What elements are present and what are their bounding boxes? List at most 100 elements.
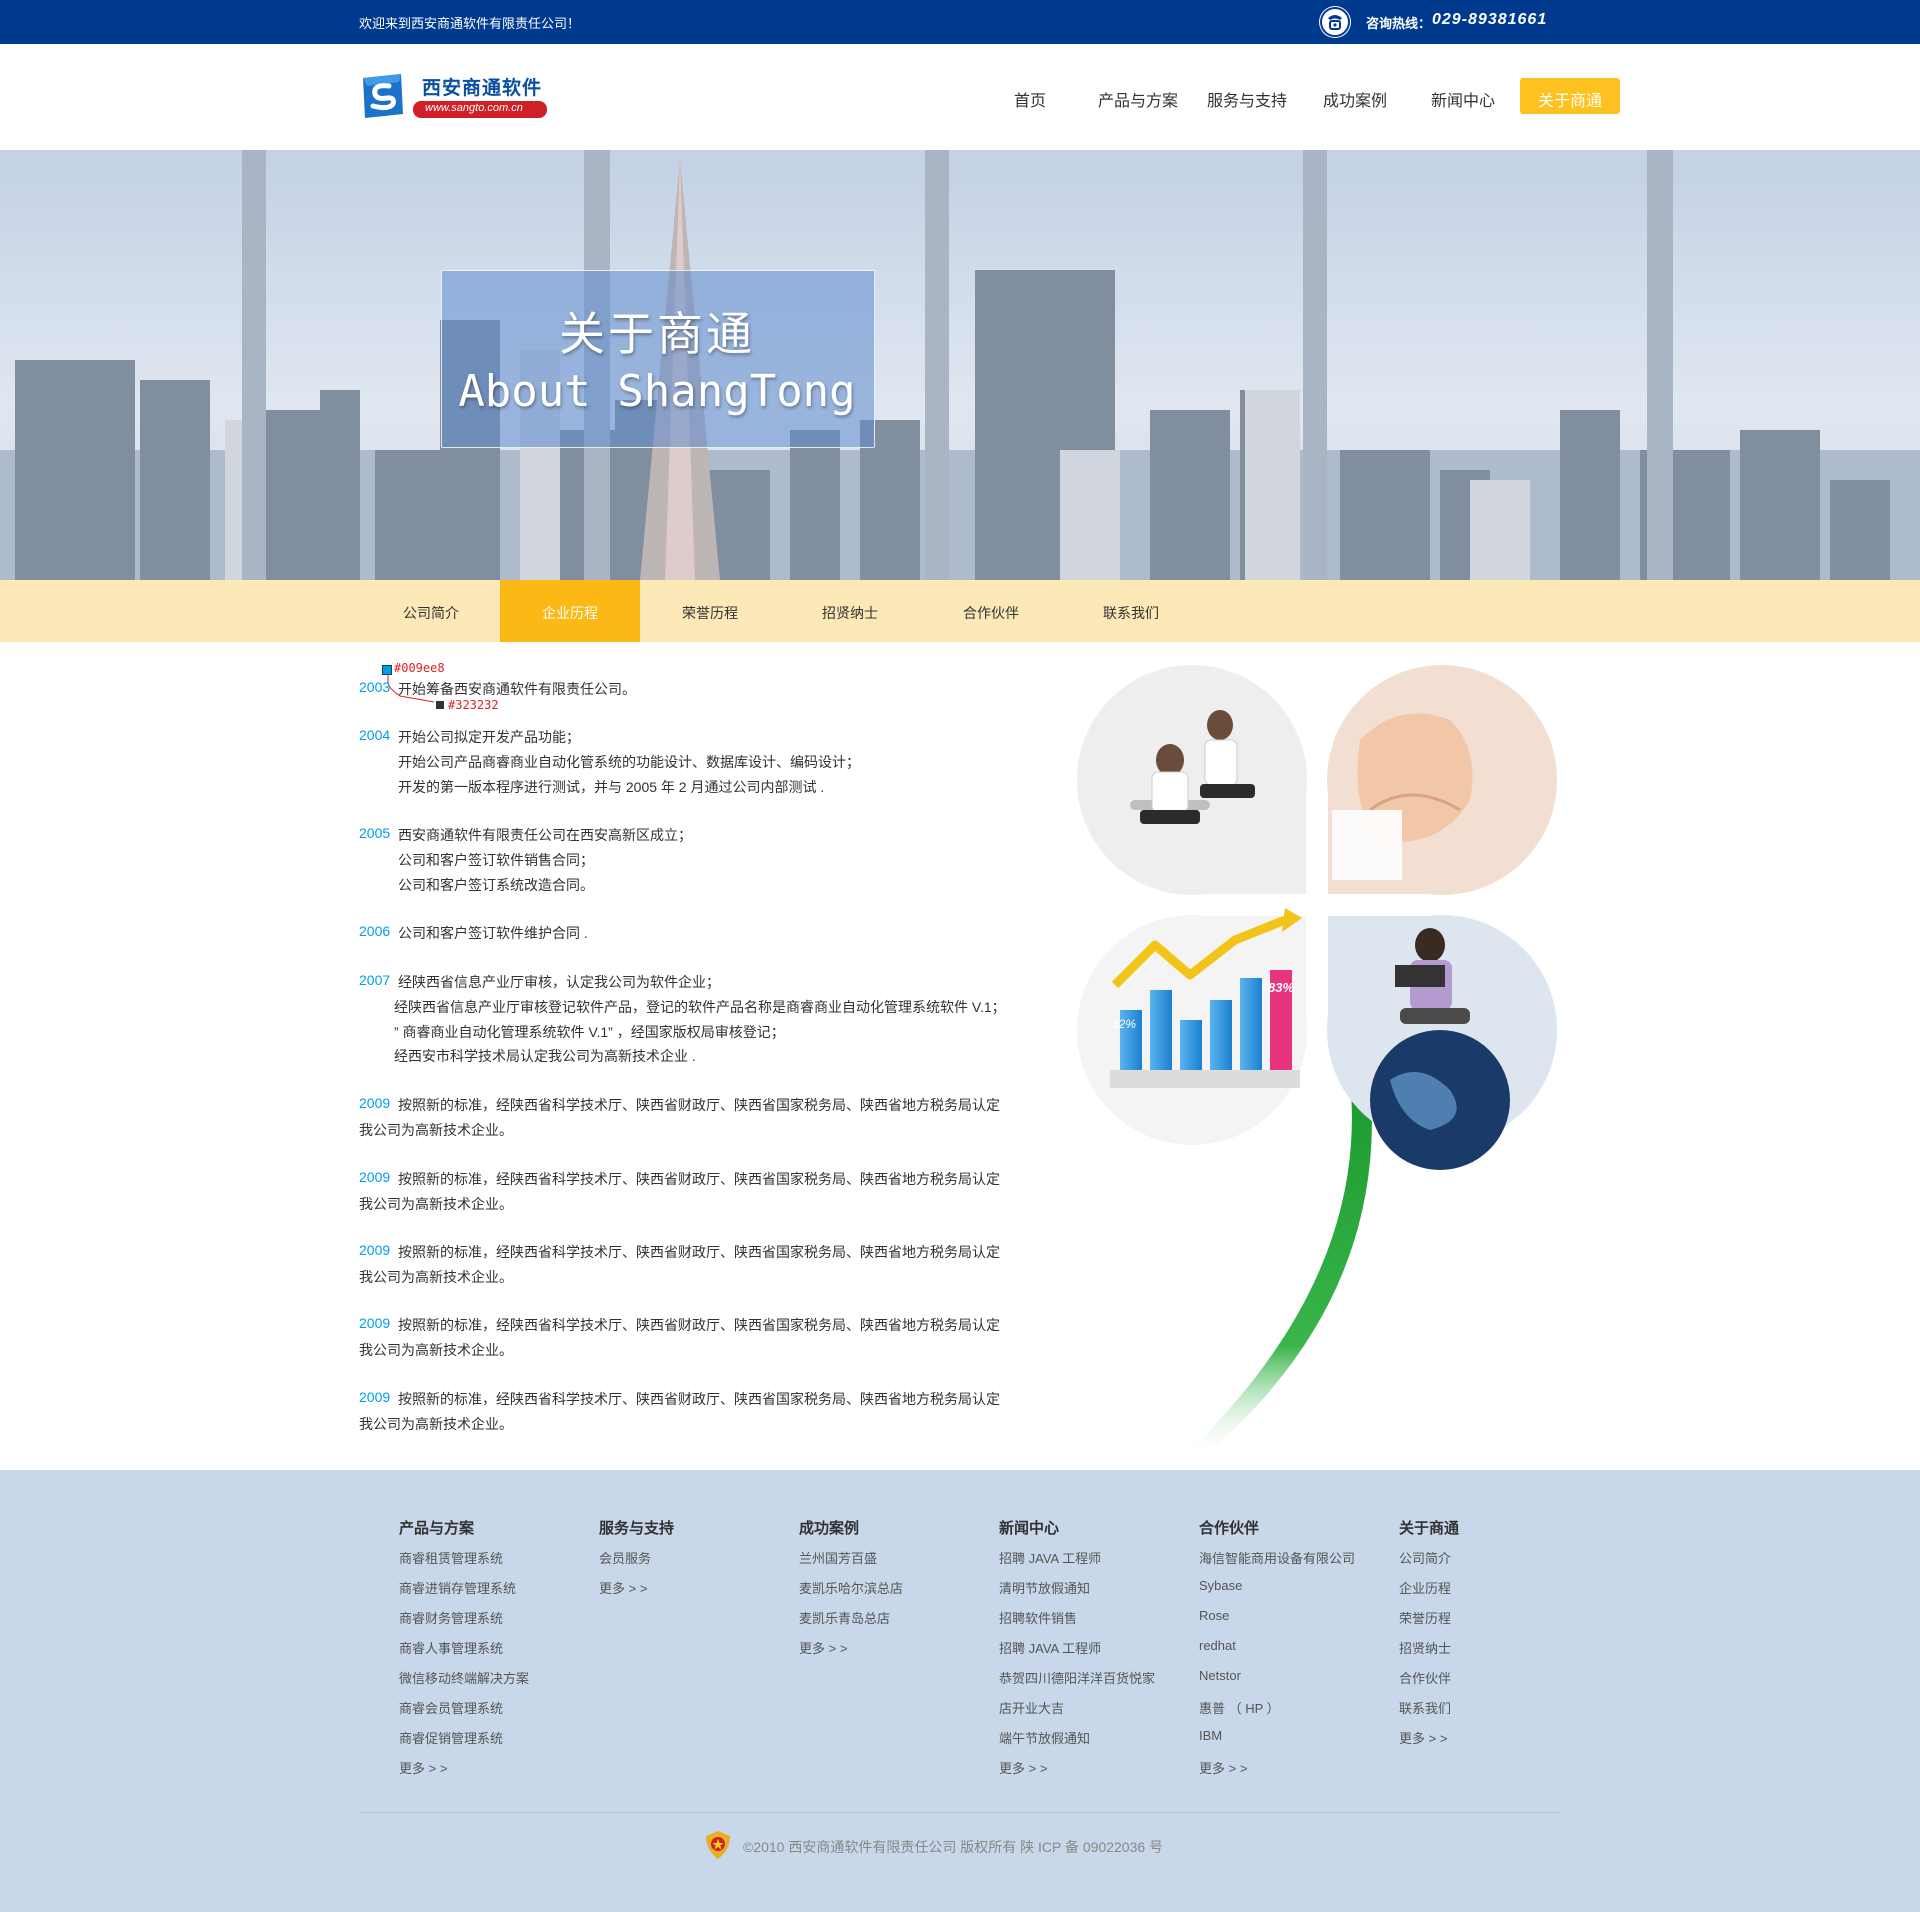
history-text: 我公司为高新技术企业。 bbox=[359, 1196, 513, 1212]
subnav-recruitment[interactable]: 招贤纳士 bbox=[780, 603, 920, 623]
text-color-swatch bbox=[436, 701, 444, 709]
history-text: 按照新的标准，经陕西省科学技术厅、陕西省财政厅、陕西省国家税务局、陕西省地方税务… bbox=[398, 1391, 1000, 1407]
footer-more-link[interactable]: 更多 > > bbox=[399, 1758, 447, 1777]
chart-label-low: 12% bbox=[1112, 1017, 1136, 1031]
footer-link[interactable]: 企业历程 bbox=[1399, 1578, 1451, 1597]
footer-col-title: 关于商通 bbox=[1399, 1520, 1460, 1537]
footer-link[interactable]: 店开业大吉 bbox=[999, 1698, 1064, 1717]
footer-col-title: 新闻中心 bbox=[999, 1520, 1060, 1537]
footer-link[interactable]: 端午节放假通知 bbox=[999, 1728, 1090, 1747]
history-text: 开始公司拟定开发产品功能； bbox=[398, 729, 580, 745]
footer-link[interactable]: Sybase bbox=[1199, 1578, 1242, 1593]
history-year: 2009 bbox=[359, 1169, 391, 1185]
welcome-text: 欢迎来到西安商通软件有限责任公司！ bbox=[359, 16, 581, 31]
subnav-contact[interactable]: 联系我们 bbox=[1061, 603, 1201, 623]
nav-home[interactable]: 首页 bbox=[1014, 87, 1046, 111]
logo-url: www.sangto.com.cn bbox=[425, 102, 523, 114]
subnav-company-intro[interactable]: 公司简介 bbox=[361, 603, 501, 623]
history-text: 开始公司产品商睿商业自动化管系统的功能设计、数据库设计、编码设计； bbox=[398, 754, 860, 770]
subnav-partners[interactable]: 合作伙伴 bbox=[921, 603, 1061, 623]
footer-link[interactable]: 麦凯乐哈尔滨总店 bbox=[799, 1578, 903, 1597]
footer-link[interactable]: IBM bbox=[1199, 1728, 1222, 1743]
footer-more-link[interactable]: 更多 > > bbox=[1199, 1758, 1247, 1777]
history-year: 2009 bbox=[359, 1242, 391, 1258]
history-year: 2006 bbox=[359, 923, 391, 939]
hero-title-chinese: 关于商通 bbox=[559, 308, 755, 360]
hero-banner bbox=[0, 150, 1920, 580]
history-year: 2009 bbox=[359, 1095, 391, 1111]
history-year: 2005 bbox=[359, 825, 391, 841]
header bbox=[0, 44, 1920, 150]
copyright-text: ©2010 西安商通软件有限责任公司 版权所有 陕 ICP 备 09022036… bbox=[743, 1839, 1164, 1855]
footer-link[interactable]: 恭贺四川德阳洋洋百货悦家 bbox=[999, 1668, 1155, 1687]
hotline-number: 029-89381661 bbox=[1432, 11, 1548, 28]
year-color-note: #009ee8 bbox=[394, 661, 445, 675]
history-text: 我公司为高新技术企业。 bbox=[359, 1342, 513, 1358]
history-year: 2004 bbox=[359, 727, 391, 743]
footer-link[interactable]: Rose bbox=[1199, 1608, 1229, 1623]
footer-link[interactable]: 招贤纳士 bbox=[1399, 1638, 1451, 1657]
history-text: 我公司为高新技术企业。 bbox=[359, 1269, 513, 1285]
footer-link[interactable]: 招聘 JAVA 工程师 bbox=[999, 1548, 1101, 1567]
chart-label-high: 83% bbox=[1268, 980, 1294, 995]
city-skyline-image bbox=[0, 150, 1920, 580]
footer-link[interactable]: Netstor bbox=[1199, 1668, 1241, 1683]
history-text: 开发的第一版本程序进行测试，并与 2005 年 2 月通过公司内部测试 . bbox=[398, 779, 825, 795]
history-text: 公司和客户签订软件销售合同； bbox=[398, 852, 594, 868]
footer-divider bbox=[359, 1812, 1561, 1813]
footer-link[interactable]: 合作伙伴 bbox=[1399, 1668, 1451, 1687]
top-bar bbox=[0, 0, 1920, 44]
footer-link[interactable]: 联系我们 bbox=[1399, 1698, 1451, 1717]
footer-link[interactable]: 清明节放假通知 bbox=[999, 1578, 1090, 1597]
footer-more-link[interactable]: 更多 > > bbox=[599, 1578, 647, 1597]
footer-link[interactable]: 商睿人事管理系统 bbox=[399, 1638, 503, 1657]
history-text: 经陕西省信息产业厅审核，认定我公司为软件企业； bbox=[398, 974, 720, 990]
nav-about-label: 关于商通 bbox=[1537, 93, 1602, 110]
footer-link[interactable]: 微信移动终端解决方案 bbox=[399, 1668, 529, 1687]
history-text: 按照新的标准，经陕西省科学技术厅、陕西省财政厅、陕西省国家税务局、陕西省地方税务… bbox=[398, 1171, 1000, 1187]
subnav-honors[interactable]: 荣誉历程 bbox=[640, 603, 780, 623]
history-text: 按照新的标准，经陕西省科学技术厅、陕西省财政厅、陕西省国家税务局、陕西省地方税务… bbox=[398, 1244, 1000, 1260]
footer-link[interactable]: 麦凯乐青岛总店 bbox=[799, 1608, 890, 1627]
footer-link[interactable]: 荣誉历程 bbox=[1399, 1608, 1451, 1627]
history-text: 我公司为高新技术企业。 bbox=[359, 1416, 513, 1432]
history-year: 2007 bbox=[359, 972, 391, 988]
footer-link[interactable]: 公司简介 bbox=[1399, 1548, 1451, 1567]
footer-link[interactable]: 商睿促销管理系统 bbox=[399, 1728, 503, 1747]
logo-name[interactable]: 西安商通软件 bbox=[422, 73, 542, 100]
logo-mark-icon[interactable] bbox=[359, 72, 407, 125]
footer-link[interactable]: 会员服务 bbox=[599, 1548, 651, 1567]
footer-more-link[interactable]: 更多 > > bbox=[799, 1638, 847, 1657]
footer-link[interactable]: 招聘软件销售 bbox=[999, 1608, 1077, 1627]
history-text: 经陕西省信息产业厅审核登记软件产品，登记的软件产品名称是商睿商业自动化管理系统软… bbox=[394, 999, 1006, 1015]
footer-more-link[interactable]: 更多 > > bbox=[999, 1758, 1047, 1777]
footer-link[interactable]: 商睿租赁管理系统 bbox=[399, 1548, 503, 1567]
footer-link[interactable]: 商睿进销存管理系统 bbox=[399, 1578, 516, 1597]
footer-link[interactable]: 惠普 （ HP ） bbox=[1199, 1698, 1280, 1717]
nav-news[interactable]: 新闻中心 bbox=[1431, 87, 1495, 111]
phone-icon bbox=[1319, 6, 1351, 38]
footer-link[interactable]: 招聘 JAVA 工程师 bbox=[999, 1638, 1101, 1657]
history-text: ” 商睿商业自动化管理系统软件 V.1” ，经国家版权局审核登记； bbox=[394, 1024, 785, 1040]
footer-link[interactable]: 商睿会员管理系统 bbox=[399, 1698, 503, 1717]
footer-link[interactable]: 商睿财务管理系统 bbox=[399, 1608, 503, 1627]
hero-title-english: About ShangTong bbox=[458, 366, 856, 417]
subnav-history[interactable]: 企业历程 bbox=[500, 603, 640, 623]
nav-cases[interactable]: 成功案例 bbox=[1323, 87, 1387, 111]
footer-col-title: 成功案例 bbox=[799, 1520, 860, 1537]
text-color-note: #323232 bbox=[448, 698, 499, 712]
history-year: 2009 bbox=[359, 1389, 391, 1405]
nav-products[interactable]: 产品与方案 bbox=[1098, 87, 1178, 111]
history-text: 开始筹备西安商通软件有限责任公司。 bbox=[398, 681, 636, 697]
hotline-label: 咨询热线： bbox=[1366, 16, 1432, 31]
history-text: 公司和客户签订软件维护合同 . bbox=[398, 925, 588, 941]
nav-services[interactable]: 服务与支持 bbox=[1207, 87, 1287, 111]
history-text: 按照新的标准，经陕西省科学技术厅、陕西省财政厅、陕西省国家税务局、陕西省地方税务… bbox=[398, 1317, 1000, 1333]
footer-link[interactable]: 海信智能商用设备有限公司 bbox=[1199, 1548, 1355, 1567]
footer-more-link[interactable]: 更多 > > bbox=[1399, 1728, 1447, 1747]
nav-about[interactable]: 关于商通 bbox=[1520, 78, 1620, 114]
footer-link[interactable]: redhat bbox=[1199, 1638, 1236, 1653]
footer-link[interactable]: 兰州国芳百盛 bbox=[799, 1548, 877, 1567]
footer-col-title: 合作伙伴 bbox=[1199, 1520, 1260, 1537]
history-text: 公司和客户签订系统改造合同。 bbox=[398, 877, 594, 893]
